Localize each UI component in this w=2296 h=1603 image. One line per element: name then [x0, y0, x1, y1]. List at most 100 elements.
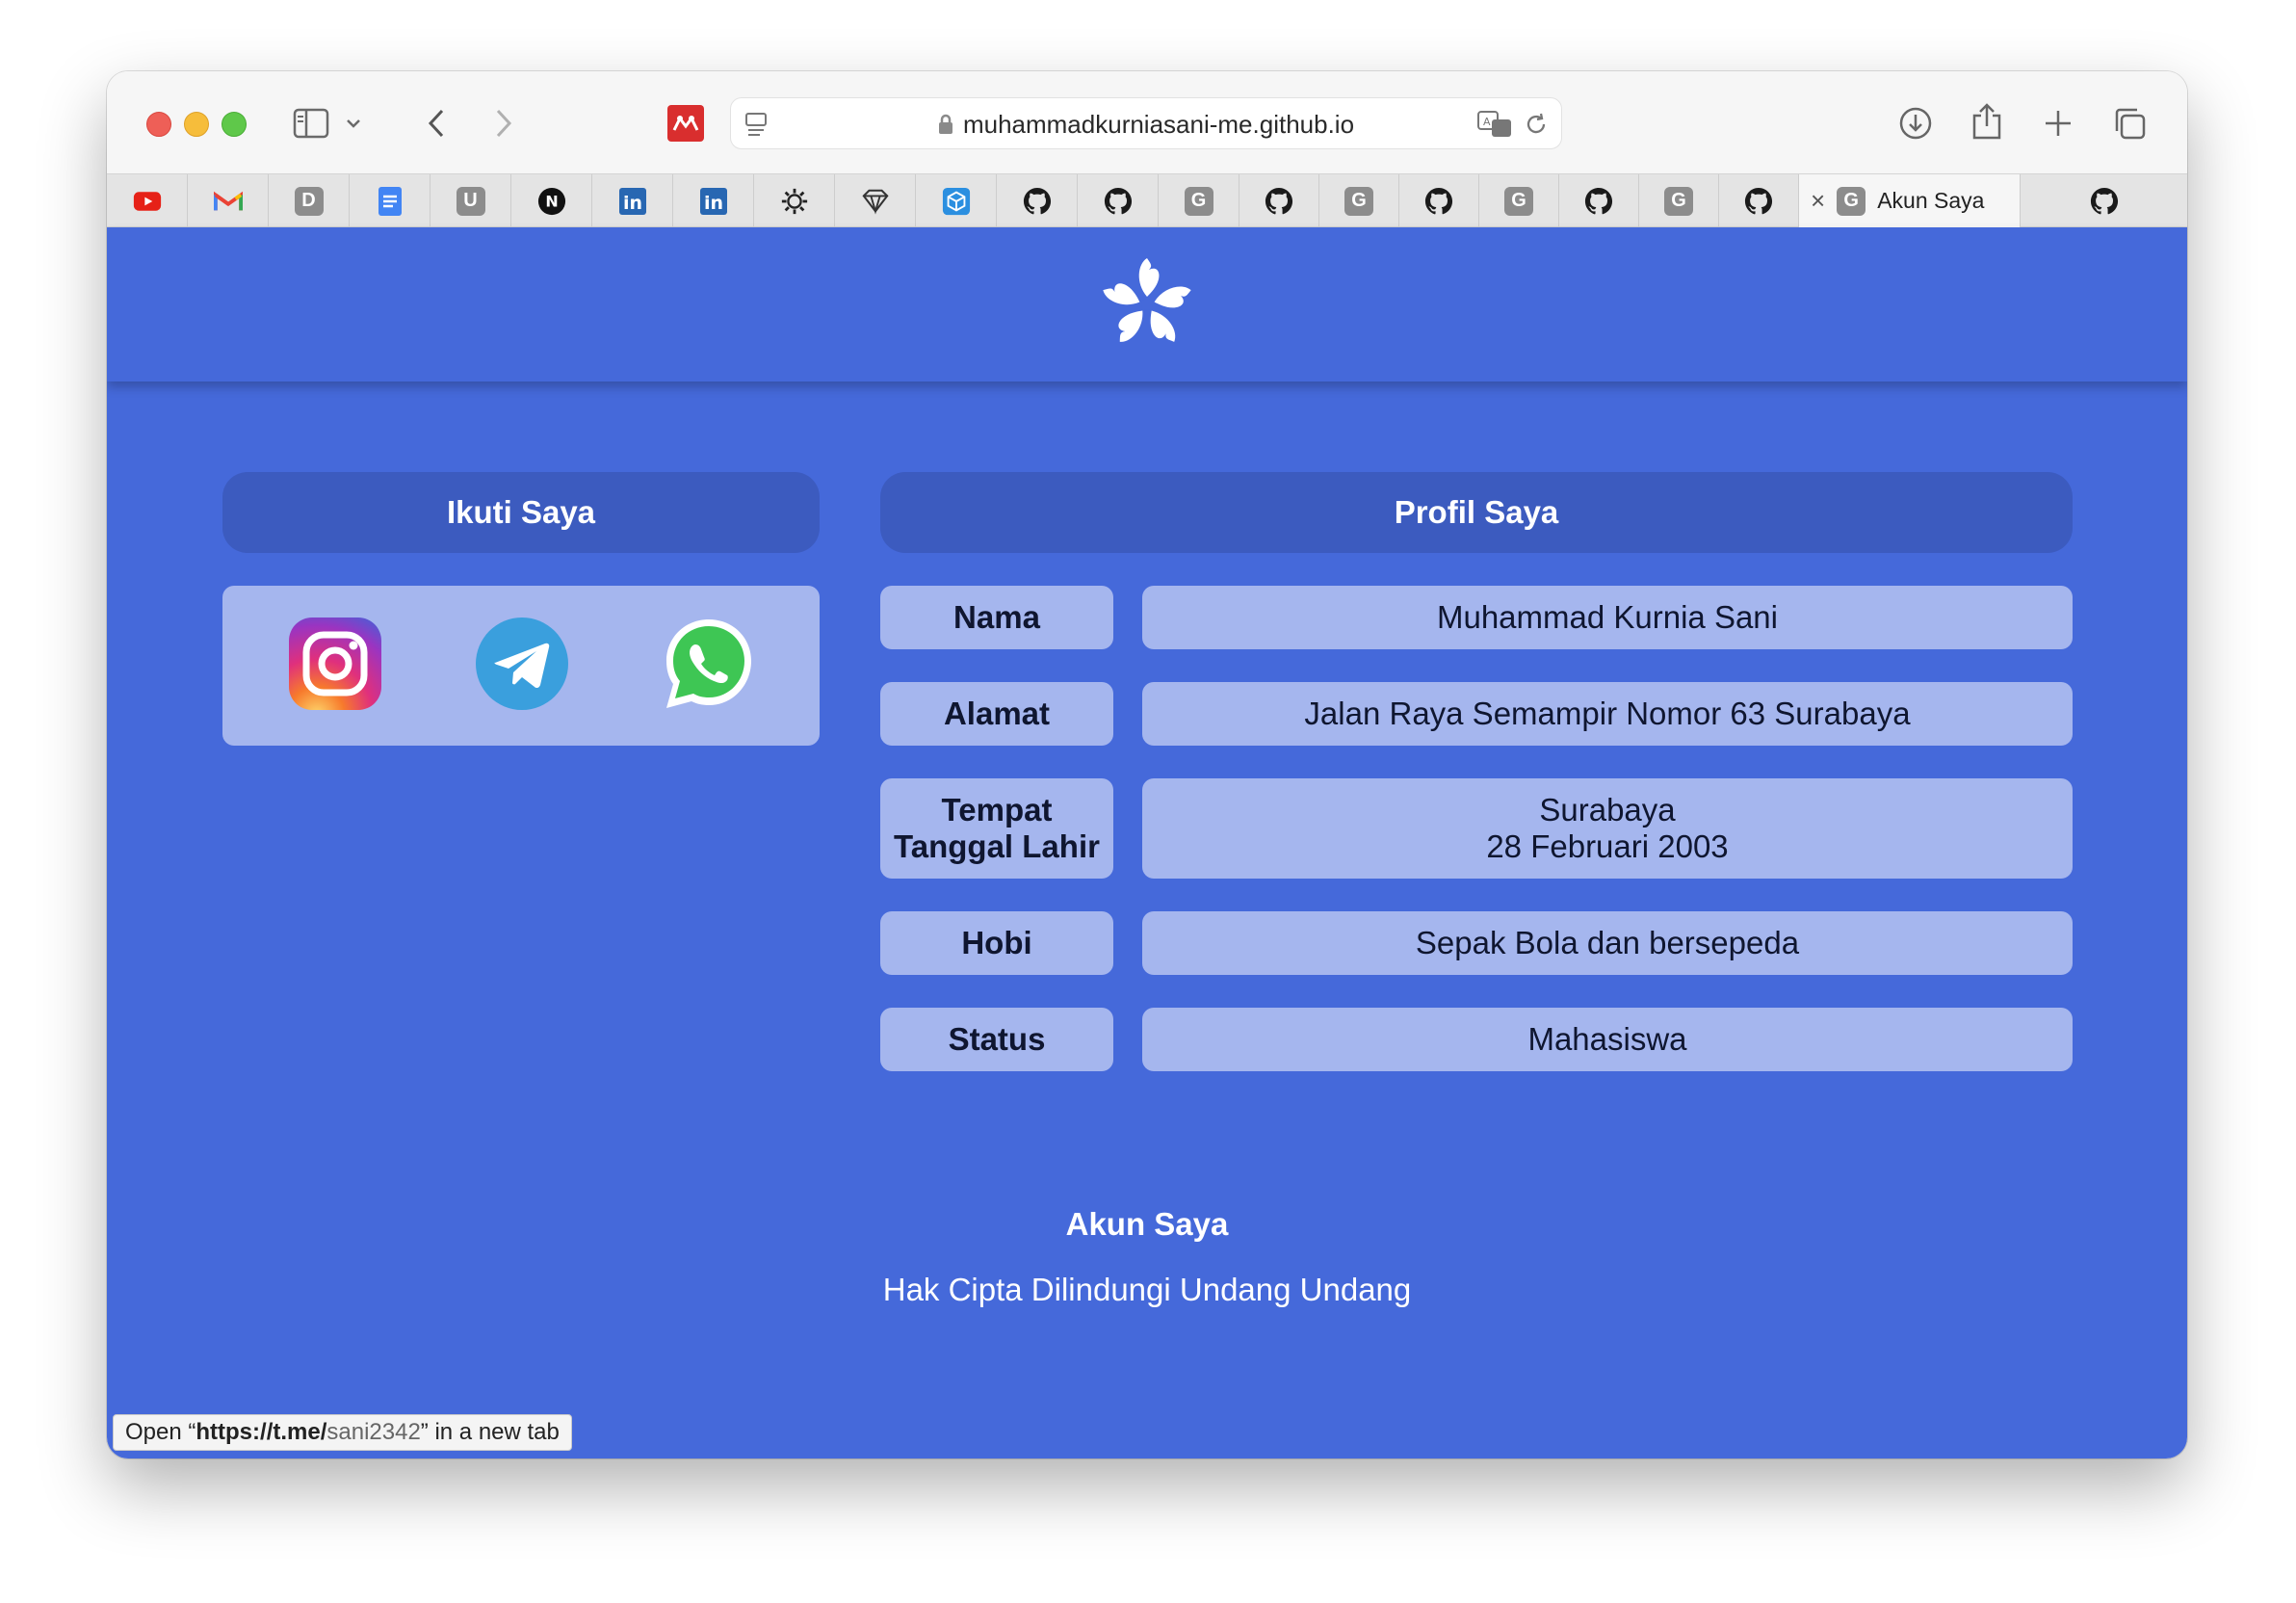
letter-g-icon: G: [1664, 186, 1693, 216]
github-icon: [2090, 187, 2119, 216]
tab-bar: D U Nin in G G G G × G Akun Saya: [107, 173, 2187, 227]
tab-7[interactable]: in: [592, 174, 673, 227]
profile-label-tempat-tanggal-lahir: Tempat Tanggal Lahir: [880, 778, 1113, 879]
value-line-1: Surabaya: [1539, 792, 1676, 828]
telegram-icon: [476, 618, 568, 710]
address-bar[interactable]: muhammadkurniasani-me.github.io A: [730, 97, 1562, 149]
follow-section-title: Ikuti Saya: [222, 472, 820, 553]
tab-19[interactable]: [1559, 174, 1639, 227]
tab-11[interactable]: [916, 174, 997, 227]
tab-5[interactable]: U: [430, 174, 511, 227]
flower-logo-icon: [1103, 258, 1191, 342]
tab-6[interactable]: N: [511, 174, 592, 227]
profile-value-alamat: Jalan Raya Semampir Nomor 63 Surabaya: [1142, 682, 2073, 746]
tab-3[interactable]: D: [269, 174, 350, 227]
letter-u-icon: U: [456, 186, 485, 216]
github-icon: [1104, 187, 1133, 216]
instagram-icon: [289, 618, 381, 710]
footer-title: Akun Saya: [1065, 1206, 1229, 1242]
translate-icon[interactable]: A: [1476, 110, 1515, 139]
tab-16[interactable]: G: [1319, 174, 1399, 227]
profile-label-status: Status: [880, 1008, 1113, 1071]
linkedin-icon: in: [699, 187, 728, 216]
chevron-down-icon[interactable]: [342, 110, 365, 137]
whatsapp-link[interactable]: [661, 616, 757, 712]
tab-2[interactable]: [188, 174, 269, 227]
github-icon: [1265, 187, 1293, 216]
tab-18[interactable]: G: [1479, 174, 1559, 227]
label-line-2: Tanggal Lahir: [894, 828, 1100, 864]
new-tab-plus-icon[interactable]: [2039, 104, 2077, 143]
footer-copyright: Hak Cipta Dilindungi Undang Undang: [882, 1272, 1412, 1307]
tab-9[interactable]: [754, 174, 835, 227]
bookmark-extension-icon[interactable]: [667, 105, 704, 142]
profile-label-alamat: Alamat: [880, 682, 1113, 746]
link-status-tooltip: Open “https://t.me/sani2342” in a new ta…: [113, 1414, 572, 1451]
gmail-icon: [213, 187, 243, 216]
github-icon: [1023, 187, 1052, 216]
gear-icon: [780, 187, 809, 216]
download-icon[interactable]: [1896, 104, 1935, 143]
tab-10[interactable]: [835, 174, 916, 227]
forward-arrow-icon[interactable]: [484, 104, 523, 143]
letter-g-icon: G: [1184, 186, 1213, 216]
tab-last[interactable]: [2021, 174, 2187, 227]
svg-text:in: in: [622, 193, 641, 214]
tab-8[interactable]: in: [673, 174, 754, 227]
web-page: Ikuti Saya Profil Saya Nama Muhammad Kur…: [107, 227, 2187, 1458]
google-docs-icon: [376, 186, 404, 216]
svg-text:N: N: [545, 192, 558, 210]
tab-21[interactable]: [1719, 174, 1799, 227]
tab-1[interactable]: [107, 174, 188, 227]
back-arrow-icon[interactable]: [417, 104, 456, 143]
tab-4[interactable]: [350, 174, 430, 227]
label-line-1: Tempat: [941, 792, 1053, 828]
active-tab-title: Akun Saya: [1877, 188, 1985, 213]
tab-17[interactable]: [1399, 174, 1479, 227]
svg-text:in: in: [703, 193, 722, 214]
diamond-icon: [861, 187, 890, 216]
profile-label-hobi: Hobi: [880, 911, 1113, 975]
status-path: sani2342: [326, 1419, 421, 1445]
cube-icon: [942, 187, 971, 216]
social-links-box: [222, 586, 820, 746]
tab-13[interactable]: [1078, 174, 1159, 227]
close-tab-icon[interactable]: ×: [1811, 186, 1825, 216]
whatsapp-icon: [666, 619, 751, 708]
tab-14[interactable]: G: [1159, 174, 1239, 227]
letter-d-icon: D: [294, 186, 324, 216]
browser-window: muhammadkurniasani-me.github.io A D U Nin i…: [107, 71, 2187, 1458]
letter-g-icon: G: [1344, 186, 1373, 216]
profile-value-nama: Muhammad Kurnia Sani: [1142, 586, 2073, 649]
notion-icon: N: [537, 187, 566, 216]
telegram-link[interactable]: [474, 616, 570, 712]
profile-section-title: Profil Saya: [880, 472, 2073, 553]
sidebar-toggle-icon[interactable]: [292, 104, 330, 143]
svg-text:A: A: [1483, 116, 1491, 128]
tab-active[interactable]: × G Akun Saya: [1799, 174, 2021, 227]
status-suffix: ” in a new tab: [420, 1419, 560, 1445]
zoom-window-button[interactable]: [222, 112, 247, 137]
letter-g-icon: G: [1504, 186, 1533, 216]
tab-overview-icon[interactable]: [2110, 104, 2149, 143]
status-host: https://t.me/: [196, 1419, 327, 1445]
minimize-window-button[interactable]: [184, 112, 209, 137]
reload-icon[interactable]: [1523, 111, 1550, 138]
share-icon[interactable]: [1968, 100, 2006, 143]
instagram-link[interactable]: [287, 616, 383, 712]
status-prefix: Open “: [125, 1419, 196, 1445]
close-window-button[interactable]: [146, 112, 171, 137]
linkedin-icon: in: [618, 187, 647, 216]
tab-15[interactable]: [1239, 174, 1319, 227]
profile-value-status: Mahasiswa: [1142, 1008, 2073, 1071]
tab-20[interactable]: G: [1639, 174, 1719, 227]
profile-value-hobi: Sepak Bola dan bersepeda: [1142, 911, 2073, 975]
letter-g-icon: G: [1837, 186, 1866, 216]
browser-toolbar: muhammadkurniasani-me.github.io A: [107, 71, 2187, 173]
tab-12[interactable]: [997, 174, 1078, 227]
profile-value-tempat-tanggal-lahir: Surabaya 28 Februari 2003: [1142, 778, 2073, 879]
url-label: muhammadkurniasani-me.github.io: [962, 110, 1355, 139]
profile-label-nama: Nama: [880, 586, 1113, 649]
url-text[interactable]: muhammadkurniasani-me.github.io: [731, 98, 1561, 150]
site-header: [107, 227, 2187, 381]
